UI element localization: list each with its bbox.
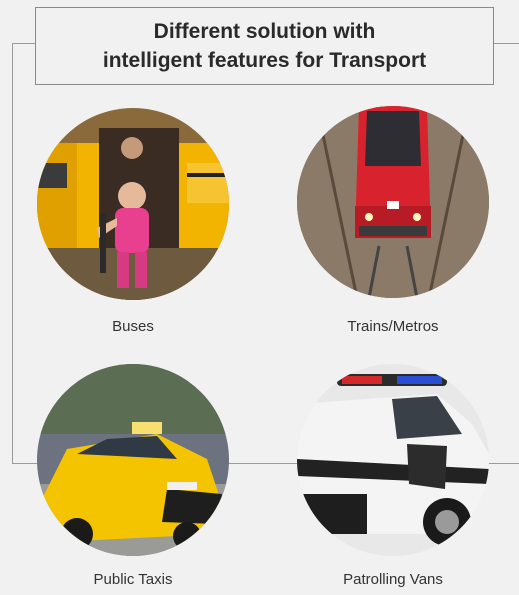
patrol-van-photo-icon: [297, 364, 489, 556]
trains-label: Trains/Metros: [347, 318, 439, 335]
trains-image: [297, 106, 489, 298]
taxis-image: [37, 364, 229, 556]
page-title: Different solution with intelligent feat…: [102, 20, 427, 72]
vans-label: Patrolling Vans: [343, 571, 443, 588]
title-box: Different solution with intelligent feat…: [35, 7, 494, 85]
buses-image: [37, 108, 229, 300]
taxi-photo-icon: [37, 364, 229, 556]
buses-label: Buses: [112, 318, 154, 335]
vans-image: [297, 364, 489, 556]
school-bus-photo-icon: [37, 108, 229, 300]
taxis-label: Public Taxis: [93, 571, 173, 588]
train-photo-icon: [297, 106, 489, 298]
